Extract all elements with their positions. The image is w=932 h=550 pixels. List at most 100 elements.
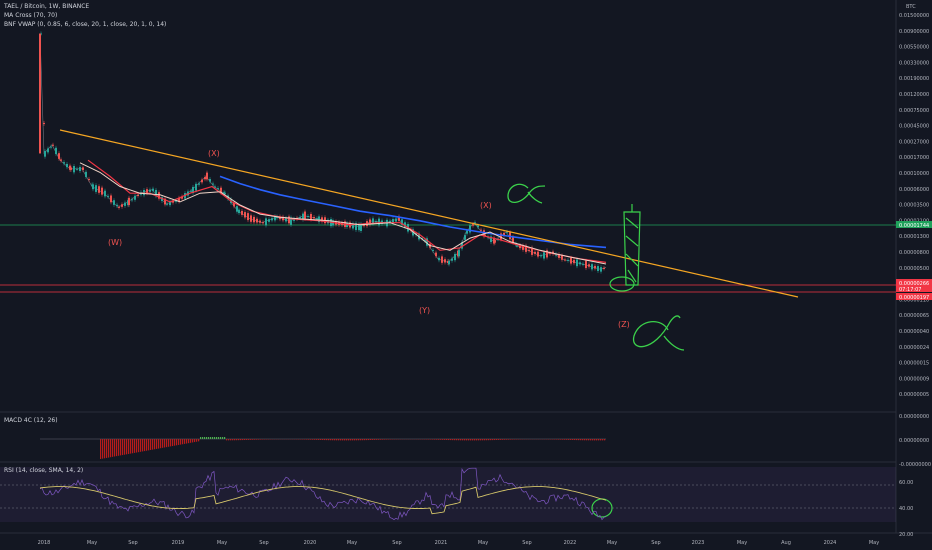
macd-bar — [138, 439, 140, 453]
candle-body — [528, 249, 530, 251]
candle-body — [206, 172, 208, 180]
macd-bar — [110, 439, 112, 458]
candle-body — [564, 259, 566, 261]
macd-bar — [164, 439, 166, 448]
macd-bar — [348, 439, 350, 441]
time-axis-label: 2020 — [304, 540, 317, 546]
candle-body — [594, 265, 596, 269]
macd-bar — [604, 439, 606, 441]
candle-body — [241, 210, 243, 215]
candle-body — [310, 213, 312, 220]
chart-canvas[interactable]: (W) (X) (Y) (X) (Z) 0.01500000 0.00900000… — [0, 0, 932, 550]
macd-bar — [578, 439, 580, 441]
price-axis-label: 0.00330000 — [899, 60, 929, 66]
macd-bar — [146, 439, 148, 451]
candle-body — [131, 199, 133, 201]
candle-body — [190, 190, 192, 192]
macd-bar — [136, 439, 138, 453]
macd-axis-label-zero: 0.00000000 — [899, 438, 929, 444]
candle-body — [118, 206, 120, 208]
macd-bar — [188, 439, 190, 444]
macd-bar — [462, 439, 464, 441]
macd-bar — [194, 439, 196, 443]
candle-body — [588, 264, 590, 267]
candle-body — [92, 184, 94, 190]
macd-bar — [186, 439, 188, 444]
candle-body — [58, 153, 60, 159]
tradingview-chart: (W) (X) (Y) (X) (Z) 0.01500000 0.00900000… — [0, 0, 932, 550]
macd-bar — [248, 439, 250, 440]
macd-bar — [222, 437, 224, 439]
macd-bar — [356, 439, 358, 441]
price-axis-label: 0.00000040 — [899, 329, 929, 335]
macd-bar — [210, 437, 212, 439]
macd-bar — [368, 439, 370, 441]
candle-body — [137, 194, 139, 196]
wave-label-z: (Z) — [618, 320, 630, 329]
macd-bar — [134, 439, 136, 453]
candle-body — [47, 148, 49, 153]
macd-bar — [166, 439, 168, 448]
hand-drawn-candle-target — [623, 204, 641, 286]
legend-ma-cross[interactable]: MA Cross (70, 70) — [4, 11, 57, 20]
candle-body — [217, 188, 219, 190]
price-axis-label: 0.00000009 — [899, 376, 929, 382]
macd-axis-label-top: 0.00000000 — [899, 414, 929, 420]
macd-bar — [306, 439, 308, 440]
trendline — [59, 129, 799, 298]
time-axis-label: May — [217, 540, 227, 546]
candle-body — [576, 259, 578, 267]
macd-bar — [450, 439, 452, 441]
macd-bar — [588, 439, 590, 441]
macd-bar — [198, 439, 200, 442]
candle-body — [591, 264, 593, 270]
macd-bar — [384, 439, 386, 440]
macd-bar — [120, 439, 122, 456]
macd-bar — [330, 439, 332, 441]
macd-bar — [386, 439, 388, 440]
macd-bar — [438, 439, 440, 440]
macd-bar — [142, 439, 144, 452]
macd-bar — [470, 439, 472, 441]
macd-bar — [312, 439, 314, 440]
macd-bar — [596, 439, 598, 441]
macd-bar — [184, 439, 186, 444]
macd-bar — [228, 439, 230, 441]
macd-bar — [580, 439, 582, 441]
macd-bar — [442, 439, 444, 440]
legend-vwap[interactable]: BNF VWAP (0, 0.85, 6, close, 20, 1, clos… — [4, 20, 166, 29]
price-axis-currency: BTC — [906, 4, 916, 10]
candle-body — [110, 195, 112, 203]
candle-body — [432, 249, 434, 251]
macd-bar — [328, 439, 330, 441]
macd-bar — [326, 439, 328, 441]
macd-bar — [214, 437, 216, 439]
legend-rsi[interactable]: RSI (14, close, SMA, 14, 2) — [4, 466, 83, 475]
candle-body — [597, 266, 599, 272]
macd-bar — [370, 439, 372, 441]
macd-bar — [332, 439, 334, 441]
macd-bar — [342, 439, 344, 441]
macd-bar — [452, 439, 454, 441]
time-axis-label: Sep — [128, 540, 137, 546]
legend-macd[interactable]: MACD 4C (12, 26) — [4, 416, 58, 425]
macd-bar — [446, 439, 448, 440]
time-axis-label: Aug — [781, 540, 791, 546]
candle-body — [573, 259, 575, 264]
macd-bar — [496, 439, 498, 440]
macd-bar — [564, 439, 566, 440]
macd-bar — [334, 439, 336, 441]
macd-bar — [512, 439, 514, 440]
macd-bar — [454, 439, 456, 441]
wave-label-w: (W) — [108, 238, 122, 247]
legend-symbol[interactable]: TAEL / Bitcoin, 1W, BINANCE — [4, 2, 89, 11]
candle-body — [494, 240, 496, 243]
macd-bar — [382, 439, 384, 440]
macd-bar — [100, 439, 102, 459]
candle-body — [537, 251, 539, 257]
macd-bar — [112, 439, 114, 457]
macd-bar — [130, 439, 132, 454]
candle-body — [124, 202, 126, 206]
candle-body — [540, 255, 542, 257]
candle-body — [250, 215, 252, 222]
